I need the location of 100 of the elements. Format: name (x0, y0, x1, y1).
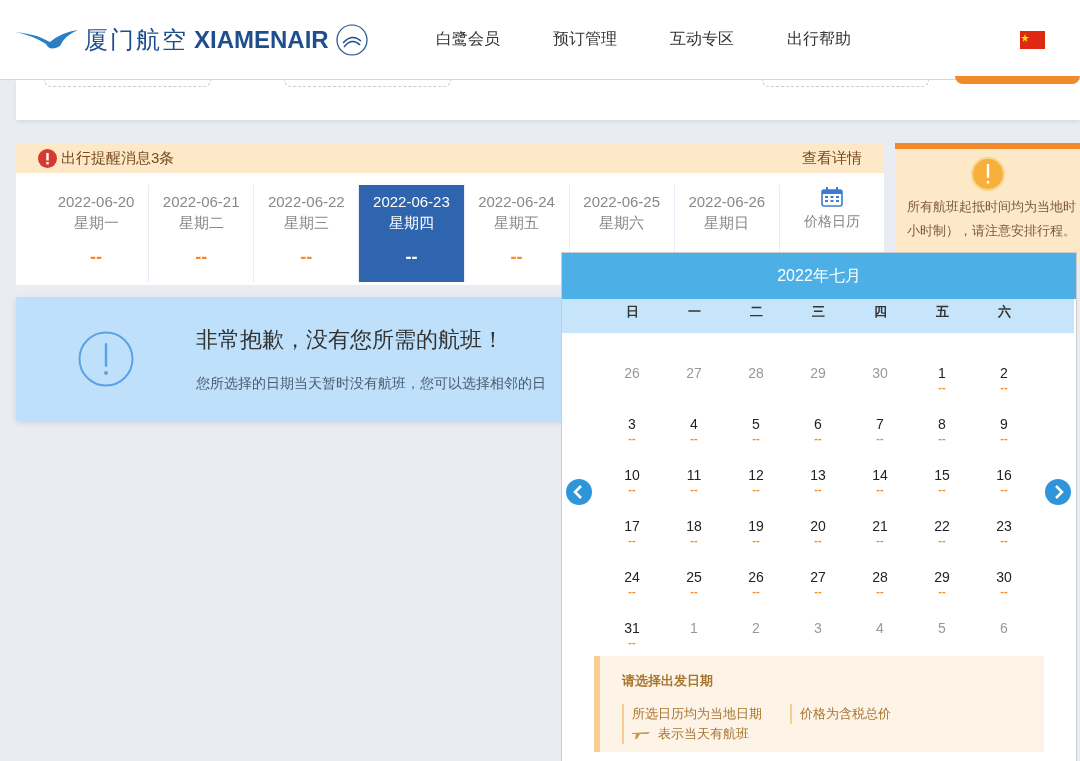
day-price: -- (814, 432, 822, 444)
calendar-day[interactable]: 28 -- (849, 569, 911, 620)
day-price: -- (814, 585, 822, 597)
day-number: 18 (686, 518, 702, 534)
day-price: -- (876, 483, 884, 495)
calendar-day[interactable]: 25 -- (663, 569, 725, 620)
calendar-day[interactable]: 11 -- (663, 467, 725, 518)
notice-title: 非常抱歉，没有您所需的航班！ (196, 326, 505, 354)
search-button[interactable] (955, 76, 1080, 84)
calendar-day[interactable]: 26 -- (725, 569, 787, 620)
nav-link[interactable]: 白鹭会员 (436, 29, 553, 50)
calendar-day[interactable]: 8 -- (911, 416, 973, 467)
nav-link[interactable]: 互动专区 (670, 29, 787, 50)
day-number: 17 (624, 518, 640, 534)
previous-month-button[interactable] (566, 479, 592, 505)
calendar-day[interactable]: 12 -- (725, 467, 787, 518)
date-text: 2022-06-21 (162, 193, 240, 210)
calendar-day[interactable]: 5 -- (725, 416, 787, 467)
calendar-day[interactable]: 16 -- (973, 467, 1035, 518)
day-number: 28 (872, 569, 888, 585)
day-price: -- (628, 483, 636, 495)
calendar-day[interactable]: 14 -- (849, 467, 911, 518)
calendar-day[interactable]: 22 -- (911, 518, 973, 569)
calendar-day[interactable]: 3 -- (601, 416, 663, 467)
day-number: 26 (624, 365, 640, 381)
day-number: 6 (1000, 620, 1008, 636)
calendar-day[interactable]: 31 -- (601, 620, 663, 671)
calendar-day[interactable]: 19 -- (725, 518, 787, 569)
price-text: -- (300, 247, 313, 268)
date-text: 2022-06-25 (583, 193, 661, 210)
day-price: -- (814, 534, 822, 546)
day-number: 13 (810, 467, 826, 483)
day-number: 6 (814, 416, 822, 432)
calendar-day[interactable]: 17 -- (601, 518, 663, 569)
day-number: 28 (748, 365, 764, 381)
calendar-day[interactable]: 15 -- (911, 467, 973, 518)
calendar-day[interactable]: 20 -- (787, 518, 849, 569)
day-number: 14 (872, 467, 888, 483)
price-text: -- (405, 247, 418, 268)
flag-icon[interactable] (1020, 30, 1045, 49)
calendar-day[interactable]: 4 -- (663, 416, 725, 467)
calendar-day[interactable]: 24 -- (601, 569, 663, 620)
calendar-day[interactable]: 13 -- (787, 467, 849, 518)
day-number: 21 (872, 518, 888, 534)
calendar-day[interactable]: 7 -- (849, 416, 911, 467)
date-text: 2022-06-22 (267, 193, 345, 210)
weekday-label: 一 (686, 303, 702, 321)
day-price: -- (876, 432, 884, 444)
date-tab[interactable]: 2022-06-20 星期一 -- (44, 185, 150, 282)
side-notice-text: 小时制），请注意安排行程。 (907, 223, 1076, 240)
next-month-button[interactable] (1045, 479, 1071, 505)
day-price: -- (1000, 432, 1008, 444)
day-price: -- (938, 483, 946, 495)
alert-message: 出行提醒消息3条 (61, 148, 175, 168)
calendar-day[interactable]: 9 -- (973, 416, 1035, 467)
calendar-day[interactable]: 2 -- (973, 365, 1035, 416)
day-number: 2 (1000, 365, 1008, 381)
day-number: 3 (628, 416, 636, 432)
calendar-day[interactable]: 30 -- (973, 569, 1035, 620)
day-number: 8 (938, 416, 946, 432)
calendar-day[interactable]: 29 -- (911, 569, 973, 620)
legend-item: 价格为含税总价 (790, 704, 891, 724)
date-tab[interactable]: 2022-06-21 星期二 -- (149, 185, 255, 282)
details-link[interactable]: 查看详情 (802, 148, 862, 168)
day-price: -- (938, 534, 946, 546)
day-number: 22 (934, 518, 950, 534)
alert-icon (38, 148, 57, 168)
day-number: 4 (876, 620, 884, 636)
nav-link[interactable]: 预订管理 (553, 29, 670, 50)
day-price: -- (1000, 381, 1008, 393)
date-text: 2022-06-24 (478, 193, 555, 210)
weekday-label: 六 (996, 303, 1012, 321)
date-text: 2022-06-23 (373, 193, 450, 210)
day-price: -- (690, 432, 698, 444)
alliance-logo-icon (334, 22, 369, 57)
day-number: 3 (814, 620, 822, 636)
calendar-day[interactable]: 23 -- (973, 518, 1035, 569)
day-number: 15 (934, 467, 950, 483)
day-price: -- (1000, 534, 1008, 546)
calendar-day[interactable]: 18 -- (663, 518, 725, 569)
calendar-day[interactable]: 1 -- (911, 365, 973, 416)
day-number: 7 (876, 416, 884, 432)
weekday-label: 四 (872, 303, 888, 321)
calendar-day[interactable]: 6 -- (787, 416, 849, 467)
day-number: 1 (690, 620, 698, 636)
day-number: 30 (872, 365, 888, 381)
weekday-text: 星期日 (704, 214, 750, 233)
nav-link[interactable]: 出行帮助 (787, 29, 904, 50)
date-tab[interactable]: 2022-06-23 星期四 -- (359, 185, 465, 282)
day-price: -- (876, 534, 884, 546)
day-number: 27 (810, 569, 826, 585)
day-number: 30 (996, 569, 1012, 585)
day-price: -- (752, 585, 760, 597)
date-text: 2022-06-26 (688, 193, 766, 210)
calendar-day[interactable]: 27 -- (787, 569, 849, 620)
calendar-day[interactable]: 10 -- (601, 467, 663, 518)
logo-text: 厦门航空 (84, 24, 188, 55)
day-price: -- (752, 432, 760, 444)
calendar-day[interactable]: 21 -- (849, 518, 911, 569)
day-price: -- (938, 381, 946, 393)
